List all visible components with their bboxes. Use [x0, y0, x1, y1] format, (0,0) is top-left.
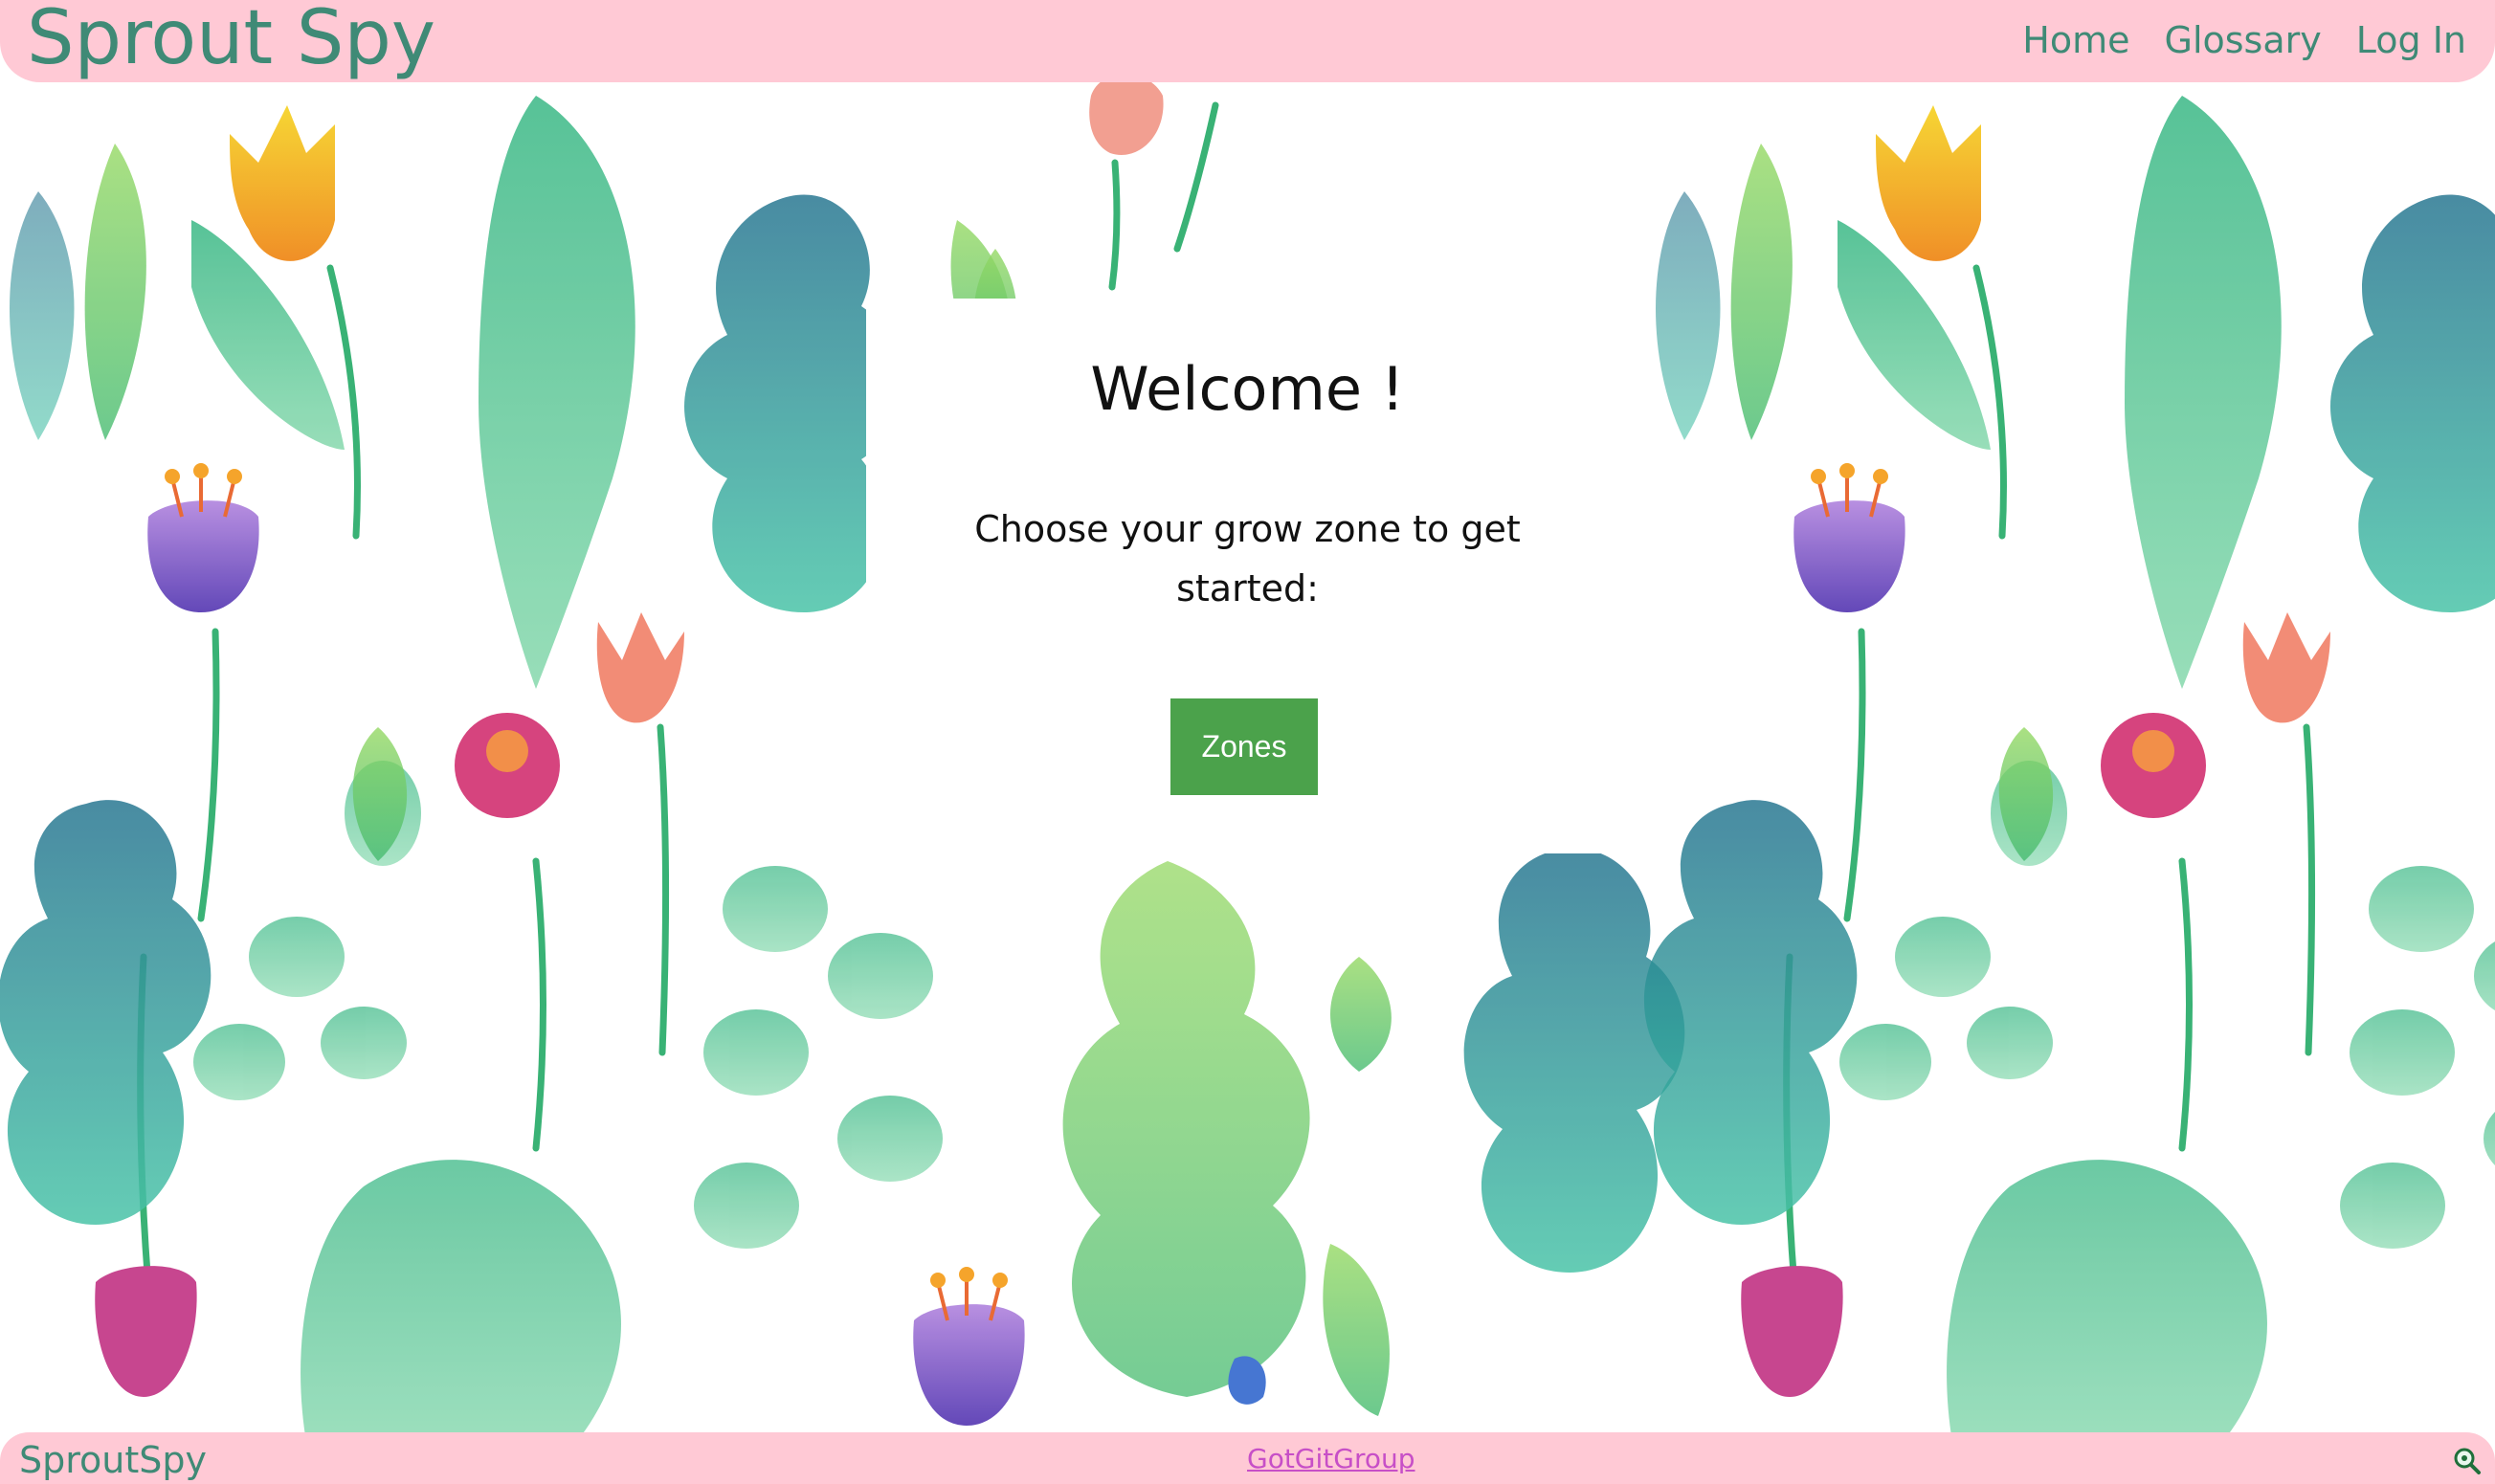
brand-logo[interactable]: Sprout Spy — [27, 0, 435, 86]
welcome-card: Welcome ! Choose your grow zone to get s… — [866, 299, 1629, 853]
welcome-title: Welcome ! — [1090, 354, 1405, 424]
site-footer: SproutSpy GotGitGroup — [0, 1432, 2495, 1484]
zones-button[interactable]: Zones — [1170, 698, 1318, 795]
nav-login-link[interactable]: Log In — [2356, 11, 2466, 69]
nav-glossary-link[interactable]: Glossary — [2165, 11, 2322, 69]
welcome-subtitle: Choose your grow zone to get started: — [974, 508, 1521, 609]
footer-brand: SproutSpy — [19, 1439, 207, 1481]
footer-gotgitgroup-link[interactable]: GotGitGroup — [1247, 1442, 1415, 1476]
main-nav: Home Glossary Log In — [2022, 11, 2466, 69]
site-header: Sprout Spy Home Glossary Log In — [0, 0, 2495, 82]
magnifier-icon[interactable] — [2452, 1446, 2481, 1474]
nav-home-link[interactable]: Home — [2022, 11, 2129, 69]
